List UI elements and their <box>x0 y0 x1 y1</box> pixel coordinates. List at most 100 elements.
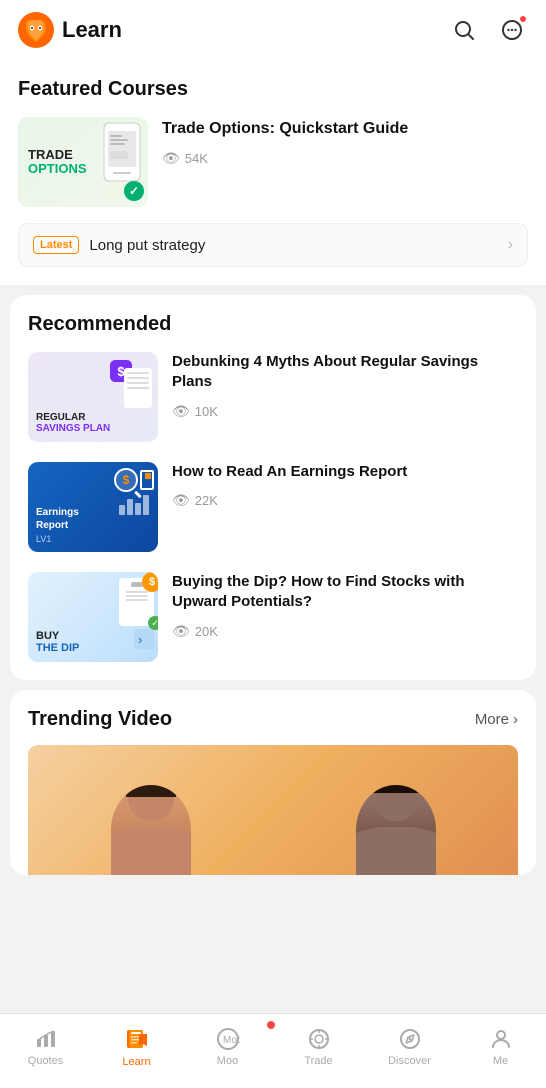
more-chevron-icon: › <box>513 711 518 728</box>
header: Learn <box>0 0 546 60</box>
featured-course-item[interactable]: TRADE OPTIONS ✓ Trade Options: Quickstar… <box>18 117 528 223</box>
latest-bar[interactable]: Latest Long put strategy › <box>18 223 528 267</box>
earnings-thumbnail: $ <box>28 462 158 552</box>
earnings-info: How to Read An Earnings Report 👁 22K <box>172 462 518 509</box>
recommended-item-2[interactable]: $ <box>28 462 518 552</box>
svg-text:Moo: Moo <box>223 1035 240 1046</box>
nav-quotes-label: Quotes <box>28 1055 63 1067</box>
moo-icon: Moo <box>216 1027 240 1051</box>
thumb-trade-text: TRADE <box>28 148 73 162</box>
doc-line <box>127 372 149 374</box>
views-eye-icon: 👁 <box>162 150 180 167</box>
more-label: More <box>475 711 509 728</box>
header-left: Learn <box>18 12 122 48</box>
nav-learn-label: Learn <box>122 1056 150 1068</box>
nav-learn[interactable]: Learn <box>91 1022 182 1072</box>
clipboard-icon: $ ✓ <box>119 578 154 626</box>
more-link[interactable]: More › <box>475 711 518 728</box>
latest-text: Long put strategy <box>89 237 497 254</box>
clip-line <box>126 599 148 601</box>
dip-dip-text: THE DIP <box>36 642 79 654</box>
dip-buy-text: BUY <box>36 630 59 642</box>
header-actions <box>448 14 528 46</box>
moo-notification-dot <box>267 1021 275 1029</box>
earnings-title: How to Read An Earnings Report <box>172 462 518 482</box>
nav-trade[interactable]: Trade <box>273 1023 364 1071</box>
trade-icon <box>307 1027 331 1051</box>
featured-course-title: Trade Options: Quickstart Guide <box>162 119 528 140</box>
phone-mockup-icon <box>100 121 144 185</box>
nav-moo-label: Moo <box>217 1055 238 1067</box>
trending-section: Trending Video More › <box>10 690 536 875</box>
savings-regular-text: REGULAR <box>36 412 85 423</box>
person-2 <box>336 765 456 875</box>
notification-dot <box>518 14 528 24</box>
doc-line <box>127 377 149 379</box>
person-1 <box>91 765 211 875</box>
dip-views-count: 20K <box>195 624 218 639</box>
nav-me[interactable]: Me <box>455 1023 546 1071</box>
svg-text:›: › <box>138 632 142 647</box>
featured-course-thumbnail: TRADE OPTIONS ✓ <box>18 117 148 207</box>
savings-views: 👁 10K <box>172 403 518 420</box>
search-button[interactable] <box>448 14 480 46</box>
nav-moo[interactable]: Moo Moo <box>182 1023 273 1071</box>
quotes-icon <box>34 1027 58 1051</box>
clip-line <box>126 595 148 597</box>
nav-discover[interactable]: Discover <box>364 1023 455 1071</box>
savings-info: Debunking 4 Myths About Regular Savings … <box>172 352 518 420</box>
featured-title: Featured Courses <box>18 78 528 101</box>
earnings-illustration: $ <box>114 468 154 515</box>
nav-quotes[interactable]: Quotes <box>0 1023 91 1071</box>
content: Featured Courses TRADE OPTIONS ✓ Trad <box>0 60 546 975</box>
check-badge-icon: ✓ <box>124 181 144 201</box>
latest-badge: Latest <box>33 236 79 254</box>
dip-views: 👁 20K <box>172 623 518 640</box>
doc-lines <box>124 368 152 408</box>
savings-savings-text: SAVINGS PLAN <box>36 423 110 434</box>
nav-me-label: Me <box>493 1055 508 1067</box>
recommended-title: Recommended <box>28 313 518 336</box>
trending-header: Trending Video More › <box>28 708 518 731</box>
bar-1 <box>119 505 125 515</box>
earnings-lv-badge: LV1 <box>36 534 150 544</box>
trending-title: Trending Video <box>28 708 172 731</box>
arrow-icon: › <box>134 629 154 649</box>
bar-3 <box>135 503 141 515</box>
bar-2 <box>127 499 133 515</box>
dollar-coin-icon: $ <box>142 572 158 592</box>
featured-section: Featured Courses TRADE OPTIONS ✓ Trad <box>0 60 546 285</box>
recommended-item-1[interactable]: $ REGULAR SAVINGS PLAN Debunking 4 Myths… <box>28 352 518 442</box>
earnings-views: 👁 22K <box>172 492 518 509</box>
check-small-icon: ✓ <box>148 616 158 630</box>
bar-4 <box>143 495 149 515</box>
chevron-right-icon: › <box>508 236 513 254</box>
views-eye-icon-2: 👁 <box>172 492 190 509</box>
doc-line <box>127 382 149 384</box>
discover-icon <box>398 1027 422 1051</box>
savings-title: Debunking 4 Myths About Regular Savings … <box>172 352 518 393</box>
views-eye-icon-1: 👁 <box>172 403 190 420</box>
nav-discover-label: Discover <box>388 1055 431 1067</box>
app-logo-icon <box>18 12 54 48</box>
bar-chart <box>119 495 149 515</box>
dip-info: Buying the Dip? How to Find Stocks with … <box>172 572 518 640</box>
nav-trade-label: Trade <box>304 1055 332 1067</box>
savings-thumbnail: $ REGULAR SAVINGS PLAN <box>28 352 158 442</box>
search-icon <box>452 18 476 42</box>
clip-line <box>126 591 148 593</box>
recommended-item-3[interactable]: $ ✓ › BUY THE DIP Buying the Dip? How to… <box>28 572 518 662</box>
me-icon <box>489 1027 513 1051</box>
learn-icon <box>124 1026 150 1052</box>
doc-line <box>127 387 149 389</box>
clipboard-top <box>131 582 143 587</box>
featured-course-views: 👁 54K <box>162 150 528 167</box>
featured-course-info: Trade Options: Quickstart Guide 👁 54K <box>162 117 528 167</box>
dip-illustration: $ ✓ <box>119 578 154 626</box>
dip-title: Buying the Dip? How to Find Stocks with … <box>172 572 518 613</box>
trending-video-preview[interactable] <box>28 745 518 875</box>
messages-button[interactable] <box>496 14 528 46</box>
header-title: Learn <box>62 17 122 43</box>
dip-thumbnail: $ ✓ › BUY THE DIP <box>28 572 158 662</box>
bottom-nav: Quotes Learn Moo Moo Trade <box>0 1013 546 1088</box>
